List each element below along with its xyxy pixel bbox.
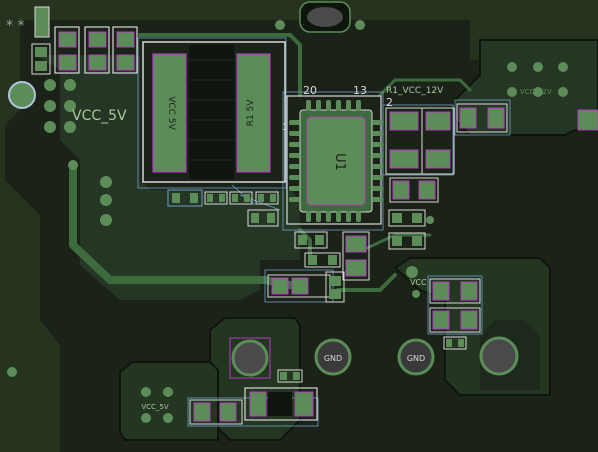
vcc-side-label: VCC — [410, 278, 427, 287]
vcc-5v-label: VCC_5V — [72, 108, 127, 124]
ic-ref-label: U1 — [332, 153, 347, 171]
pcb-canvas[interactable]: VCC 5V R1 5V U1 20 13 2 1 * * VCC_5V R1_… — [0, 0, 598, 452]
ic-pin-13-label: 13 — [353, 84, 367, 97]
inductor-L1: VCC 5V R1 5V — [142, 41, 286, 183]
trace-out — [336, 273, 397, 292]
gnd-right-label: GND — [407, 354, 425, 363]
ic-pin-2-label: 2 — [386, 96, 393, 109]
vcc-12v-label: VCC_12V — [520, 88, 552, 96]
ic-pin-1-label: 1 — [282, 123, 288, 133]
ic-pin-20-label: 20 — [303, 84, 317, 97]
pour-bottom-left — [119, 361, 219, 441]
vcc-input-pad[interactable] — [8, 81, 36, 109]
vcc-5v-small-label: VCC_5V — [141, 403, 169, 411]
r1-vcc-12v-label: R1_VCC_12V — [386, 86, 444, 96]
corner-marker: * * — [6, 18, 24, 34]
inductor-pad-left-label: VCC 5V — [166, 96, 176, 130]
gnd-left-label: GND — [324, 354, 342, 363]
gnd-pads: GND GND — [314, 338, 435, 376]
test-pad-bottom[interactable] — [231, 339, 269, 377]
cap-row — [54, 26, 138, 74]
output-pad[interactable] — [479, 336, 519, 376]
inductor-pad-right-label: R1 5V — [246, 99, 256, 127]
